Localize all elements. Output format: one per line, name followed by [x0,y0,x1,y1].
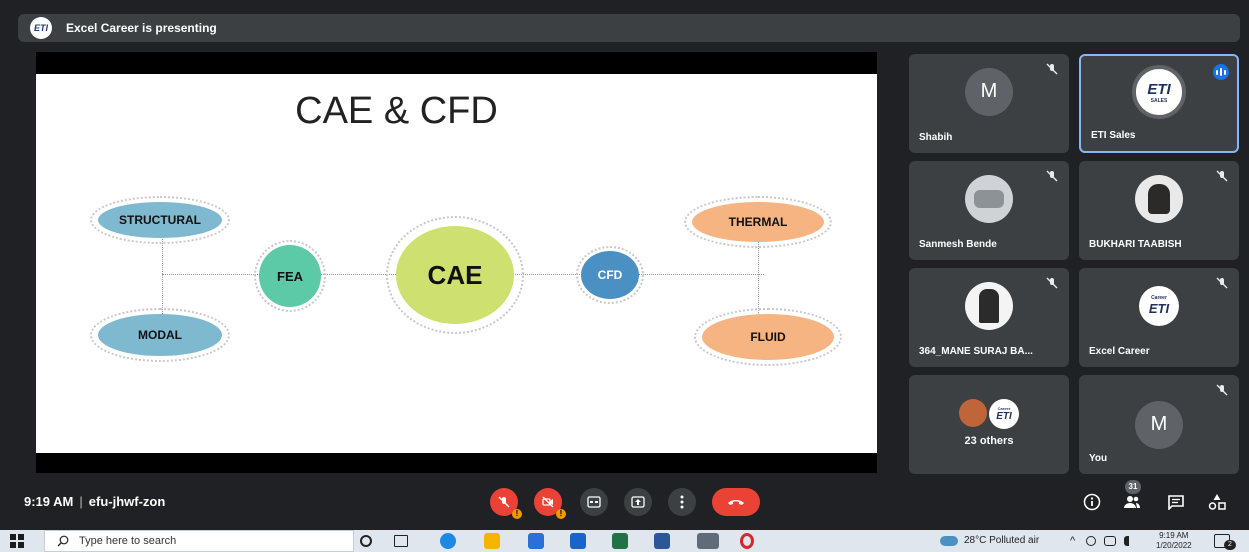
activities-button[interactable] [1207,492,1227,512]
mic-off-icon [1046,170,1058,182]
chat-icon [1168,495,1184,510]
structural-node: STRUCTURAL [98,202,222,238]
cfd-node: CFD [581,251,639,299]
meeting-controls-bar: 9:19 AM | efu-jhwf-zon ! ! 31 [0,478,1249,526]
participant-tile[interactable]: BUKHARI TAABISH [1079,161,1239,260]
windows-taskbar: Type here to search 28°C Polluted air ^ … [0,530,1249,552]
captions-button[interactable] [580,488,608,516]
participant-name: Sanmesh Bende [919,239,997,250]
excel-icon[interactable] [612,533,628,549]
more-options-button[interactable] [668,488,696,516]
weather-text[interactable]: 28°C Polluted air [964,535,1039,546]
volume-icon[interactable] [1124,536,1134,546]
info-icon [1083,493,1101,511]
others-avatar: Career ETI [989,399,1019,429]
participant-name: ETI Sales [1091,130,1136,141]
mic-off-icon [1046,277,1058,289]
file-explorer-icon[interactable] [484,533,500,549]
mic-off-icon [1046,63,1058,75]
taskbar-clock[interactable]: 9:19 AM 1/20/2022 [1156,531,1192,551]
meeting-code: efu-jhwf-zon [88,494,166,509]
present-button[interactable] [624,488,652,516]
camera-off-icon [542,496,554,508]
thermal-node: THERMAL [692,202,824,242]
others-avatar [959,399,987,427]
more-vert-icon [680,495,684,509]
participant-name: 364_MANE SURAJ BA... [919,346,1033,357]
network-icon[interactable] [1086,536,1096,546]
fluid-node: FLUID [702,314,834,360]
people-button[interactable] [1122,492,1142,512]
mic-off-icon [498,496,510,508]
activities-icon [1208,494,1226,510]
others-count: 23 others [964,435,1014,447]
store-icon[interactable] [528,533,544,549]
cae-node: CAE [396,226,514,324]
presentation-slide: CAE & CFD STRUCTURAL MODAL FEA CAE CFD T… [36,74,877,453]
hang-up-icon [728,500,744,505]
mic-off-icon [1216,170,1228,182]
meeting-info-separator: | [79,494,83,509]
mic-off-icon [1216,384,1228,396]
meeting-details-button[interactable] [1082,492,1102,512]
chat-button[interactable] [1166,492,1186,512]
presentation-frame: CAE & CFD STRUCTURAL MODAL FEA CAE CFD T… [36,52,877,473]
participant-name: Shabih [919,132,953,143]
participant-tile[interactable]: Career ETI Excel Career [1079,268,1239,367]
people-icon [1124,496,1140,508]
participant-name: Excel Career [1089,346,1150,357]
participant-tile[interactable]: Sanmesh Bende [909,161,1069,260]
participant-avatar: M [965,67,1013,116]
presenting-text: Excel Career is presenting [66,21,217,35]
participant-photo [965,281,1013,330]
participant-tile[interactable]: 364_MANE SURAJ BA... [909,268,1069,367]
camera-toggle-button[interactable]: ! [534,488,566,519]
present-screen-icon [631,496,645,508]
notification-count: 2 [1224,540,1236,550]
search-placeholder: Type here to search [79,535,177,547]
participant-name: BUKHARI TAABISH [1089,239,1182,250]
meet-window: ETI Excel Career is presenting CAE & CFD… [0,0,1249,552]
display-icon[interactable] [1104,536,1116,546]
fea-node: FEA [259,245,321,307]
mic-off-icon [1216,277,1228,289]
participant-tile-others[interactable]: Career ETI 23 others [909,375,1069,474]
participant-photo [1135,174,1183,223]
slide-title: CAE & CFD [295,90,498,132]
warning-icon: ! [512,509,522,519]
meeting-time: 9:19 AM [24,494,74,509]
search-icon [57,535,69,547]
participant-name: You [1089,453,1108,464]
captions-icon [587,496,601,508]
weather-icon[interactable] [940,536,958,546]
opera-icon[interactable] [740,533,754,549]
participant-tile-self[interactable]: M You [1079,375,1239,474]
eti-logo: ETI [30,17,52,39]
leave-call-button[interactable] [712,488,760,516]
participant-avatar: Career ETI [1139,285,1179,326]
word-icon[interactable] [654,533,670,549]
presenting-banner: ETI Excel Career is presenting [18,14,1240,42]
warning-icon: ! [556,509,566,519]
clock-time: 9:19 AM [1159,531,1189,540]
chrome-meet-icon[interactable] [697,533,719,549]
taskbar-search-box[interactable]: Type here to search [44,530,354,552]
participant-photo [965,174,1013,223]
participant-avatar: M [1135,400,1183,449]
modal-node: MODAL [98,314,222,356]
mail-icon[interactable] [570,533,586,549]
windows-start-icon[interactable] [10,534,24,548]
participant-tile[interactable]: M Shabih [909,54,1069,153]
participant-tile[interactable]: ETI SALES ETI Sales [1079,54,1239,153]
cortana-icon[interactable] [360,535,372,547]
participant-avatar: ETI SALES [1132,65,1186,120]
tray-chevron-icon[interactable]: ^ [1070,535,1075,547]
clock-date: 1/20/2022 [1156,541,1192,550]
microphone-toggle-button[interactable]: ! [490,488,522,519]
task-view-icon[interactable] [394,535,408,547]
speaking-indicator-icon [1213,64,1229,80]
edge-browser-icon[interactable] [440,533,456,549]
meeting-info: 9:19 AM | efu-jhwf-zon [24,494,165,509]
